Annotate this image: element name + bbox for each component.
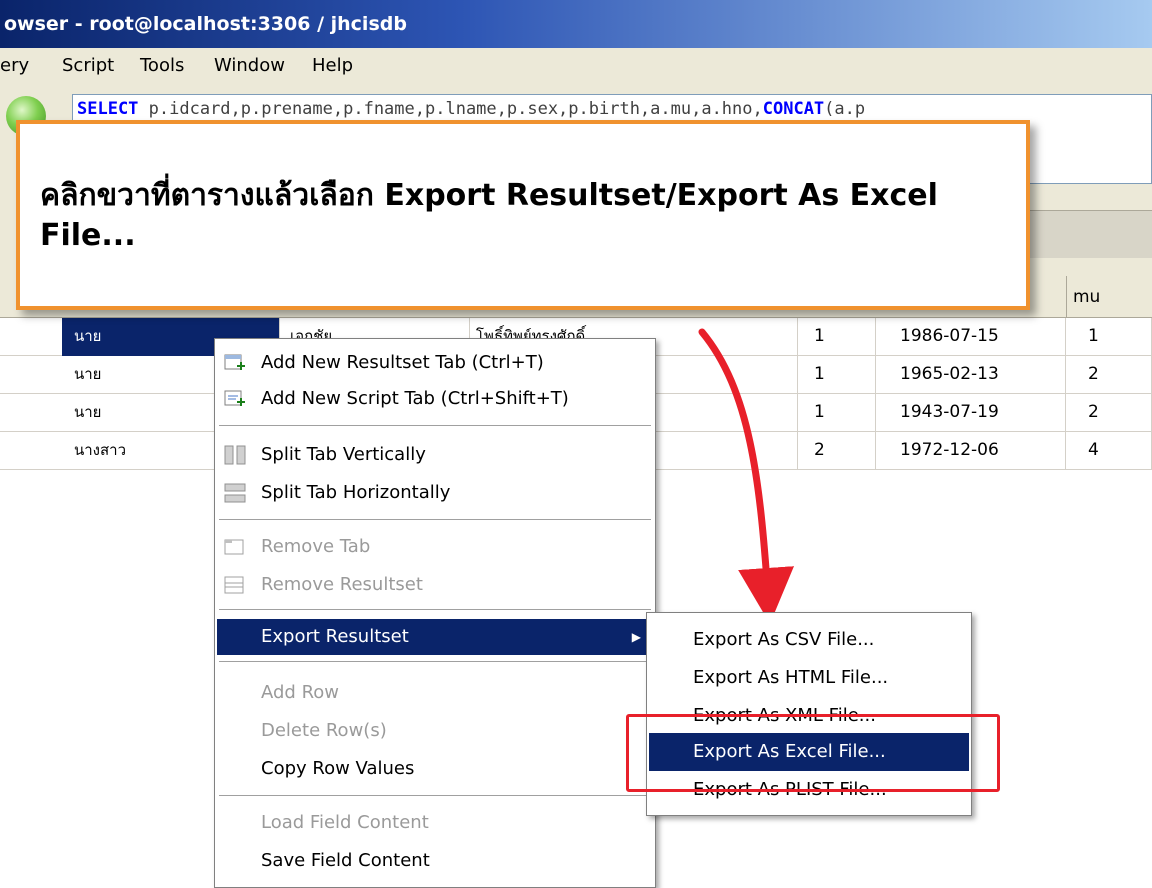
- menu-item-label: Add New Script Tab (Ctrl+Shift+T): [261, 388, 569, 409]
- remove-resultset-icon: [224, 576, 244, 594]
- menu-tools[interactable]: Tools: [140, 48, 184, 84]
- menu-item-add-script-tab[interactable]: Add New Script Tab (Ctrl+Shift+T): [217, 381, 653, 417]
- annotation-highlight-box: [626, 714, 1000, 792]
- menu-item-export-csv[interactable]: Export As CSV File...: [649, 621, 969, 659]
- cell-mu[interactable]: 2: [1066, 394, 1152, 432]
- sql-keyword-select: SELECT: [77, 99, 139, 119]
- menu-item-copy-row-values[interactable]: Copy Row Values: [217, 751, 653, 787]
- instruction-callout: คลิกขวาที่ตารางแล้วเลือก Export Resultse…: [16, 120, 1030, 310]
- cell-birth[interactable]: 1943-07-19: [876, 394, 1066, 432]
- split-vertical-icon: [224, 445, 246, 465]
- window-title: owser - root@localhost:3306 / jhcisdb: [4, 13, 407, 35]
- menu-item-label: Save Field Content: [261, 850, 430, 871]
- instruction-text: คลิกขวาที่ตารางแล้วเลือก Export Resultse…: [40, 178, 938, 253]
- menu-item-label: Split Tab Vertically: [261, 444, 426, 465]
- menu-item-label: Export Resultset: [261, 626, 409, 647]
- menu-help[interactable]: Help: [312, 48, 353, 84]
- cell-birth[interactable]: 1972-12-06: [876, 432, 1066, 470]
- menu-item-label: Delete Row(s): [261, 720, 387, 741]
- menu-separator: [219, 425, 651, 427]
- context-menu: Add New Resultset Tab (Ctrl+T) Add New S…: [214, 338, 656, 888]
- submenu-arrow-icon: ▶: [631, 630, 641, 644]
- menu-bar: ery Script Tools Window Help: [0, 48, 1152, 88]
- menu-item-load-field-content[interactable]: Load Field Content: [217, 805, 653, 841]
- menu-item-label: Add Row: [261, 682, 340, 703]
- cell-birth[interactable]: 1986-07-15: [876, 318, 1066, 356]
- menu-item-split-vertical[interactable]: Split Tab Vertically: [217, 437, 653, 473]
- menu-separator: [219, 609, 651, 611]
- sql-keyword-concat: CONCAT: [762, 99, 825, 119]
- remove-tab-icon: [224, 539, 244, 555]
- menu-item-remove-tab[interactable]: Remove Tab: [217, 529, 653, 565]
- screenshot: owser - root@localhost:3306 / jhcisdb er…: [0, 0, 1152, 888]
- menu-item-remove-resultset[interactable]: Remove Resultset: [217, 567, 653, 603]
- cell-mu[interactable]: 2: [1066, 356, 1152, 394]
- menu-item-label: Load Field Content: [261, 812, 429, 833]
- cell-mu[interactable]: 1: [1066, 318, 1152, 356]
- window-titlebar: owser - root@localhost:3306 / jhcisdb: [0, 0, 1152, 48]
- menu-item-label: Copy Row Values: [261, 758, 415, 779]
- menu-window[interactable]: Window: [214, 48, 285, 84]
- menu-item-save-field-content[interactable]: Save Field Content: [217, 843, 653, 879]
- menu-item-label: Remove Tab: [261, 536, 371, 557]
- sql-tail: (a.p: [824, 99, 866, 119]
- cell-birth[interactable]: 1965-02-13: [876, 356, 1066, 394]
- menu-item-delete-rows[interactable]: Delete Row(s): [217, 713, 653, 749]
- column-header-mu[interactable]: mu: [1066, 276, 1152, 318]
- menu-script[interactable]: Script: [62, 48, 114, 84]
- menu-item-label: Remove Resultset: [261, 574, 423, 595]
- sql-fields: p.idcard,p.prename,p.fname,p.lname,p.sex…: [138, 99, 763, 119]
- menu-separator: [219, 795, 651, 797]
- add-resultset-tab-icon: [224, 354, 245, 370]
- menu-item-export-html[interactable]: Export As HTML File...: [649, 659, 969, 697]
- menu-item-add-row[interactable]: Add Row: [217, 675, 653, 711]
- annotation-arrow: [698, 328, 795, 624]
- menu-item-label: Add New Resultset Tab (Ctrl+T): [261, 352, 544, 373]
- menu-item-label: Split Tab Horizontally: [261, 482, 451, 503]
- menu-item-export-resultset[interactable]: Export Resultset ▶: [217, 619, 653, 655]
- menu-item-add-resultset-tab[interactable]: Add New Resultset Tab (Ctrl+T): [217, 345, 653, 381]
- add-script-tab-icon: [224, 390, 245, 406]
- split-horizontal-icon: [224, 483, 246, 503]
- menu-separator: [219, 661, 651, 663]
- menu-item-split-horizontal[interactable]: Split Tab Horizontally: [217, 475, 653, 511]
- cell-mu[interactable]: 4: [1066, 432, 1152, 470]
- menu-query[interactable]: ery: [0, 48, 29, 84]
- menu-separator: [219, 519, 651, 521]
